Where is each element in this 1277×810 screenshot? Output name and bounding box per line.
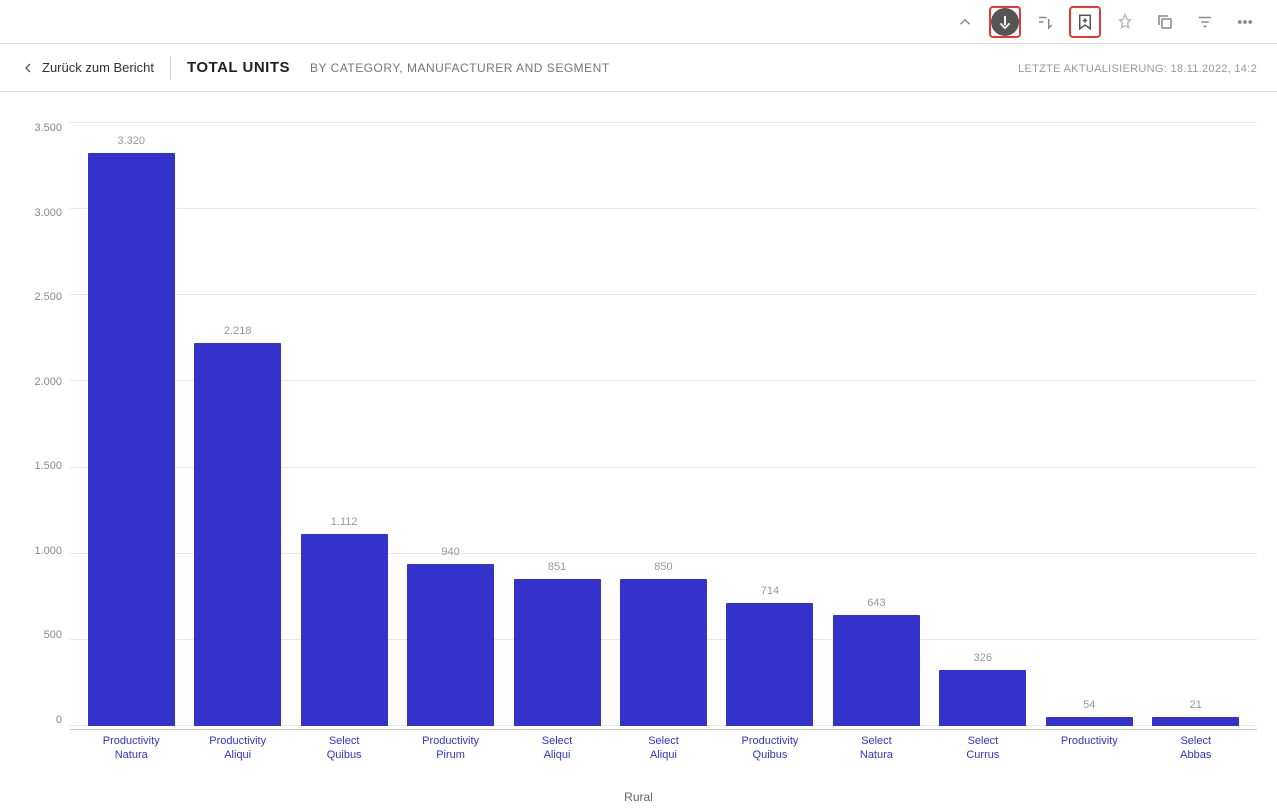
sort-desc-icon[interactable] [1029,6,1061,38]
x-label-line2: Currus [966,748,999,762]
header-divider [170,56,171,80]
bar: 21 [1152,717,1239,726]
x-label-line2: Natura [115,748,148,762]
bar-value-label: 850 [654,561,672,573]
x-label-line1: Select [542,734,573,748]
bar-group[interactable]: 1.112 [293,122,395,726]
y-axis-label: 0 [20,714,70,726]
y-axis-label: 1.000 [20,545,70,557]
y-axis-label: 1.500 [20,460,70,472]
y-axis-label: 2.000 [20,376,70,388]
bar: 2.218 [194,343,281,726]
x-label-group: SelectCurrus [932,730,1034,786]
x-label-line2: Aliqui [650,748,677,762]
download-icon-wrapper[interactable] [989,6,1021,38]
bar-value-label: 1.112 [331,516,358,528]
last-update-text: LETZTE AKTUALISIERUNG: 18.11.2022, 14:2 [1018,63,1257,75]
bar-value-label: 2.218 [224,325,252,337]
bar-value-label: 326 [974,652,992,664]
header-bar: Zurück zum Bericht TOTAL UNITS BY CATEGO… [0,44,1277,92]
more-icon[interactable] [1229,6,1261,38]
x-label-line1: Select [648,734,679,748]
back-button[interactable]: Zurück zum Bericht [20,60,154,76]
y-axis-label: 3.000 [20,207,70,219]
chart-title: TOTAL UNITS [187,59,290,76]
bar: 850 [620,579,707,726]
x-label-group: SelectNatura [825,730,927,786]
toolbar [0,0,1277,44]
y-axis-label: 3.500 [20,122,70,134]
bar-value-label: 54 [1083,699,1095,711]
last-update: LETZTE AKTUALISIERUNG: 18.11.2022, 14:2 [1018,59,1257,77]
x-label-line2: Abbas [1180,748,1211,762]
x-label-group: SelectQuibus [293,730,395,786]
chart-subtitle: BY CATEGORY, MANUFACTURER AND SEGMENT [310,61,610,75]
bar-group[interactable]: 850 [612,122,714,726]
x-label-line1: Productivity [422,734,479,748]
header-left: Zurück zum Bericht TOTAL UNITS BY CATEGO… [20,56,610,80]
x-label-line1: Productivity [742,734,799,748]
x-label-group: SelectAliqui [612,730,714,786]
x-label-line2: Quibus [327,748,362,762]
x-label-group: SelectAliqui [506,730,608,786]
rural-label: Rural [20,786,1257,810]
bar-group[interactable]: 643 [825,122,927,726]
x-label-line1: Select [329,734,360,748]
x-label-line2: Quibus [753,748,788,762]
x-label-line2: Aliqui [544,748,571,762]
chart-inner: 3.500 3.000 2.500 2.000 1.500 1.000 500 0 3.320… [20,102,1257,786]
x-label-line1: Productivity [103,734,160,748]
bar-value-label: 714 [761,585,779,597]
filter-icon[interactable] [1189,6,1221,38]
x-label-group: SelectAbbas [1145,730,1247,786]
bar-group[interactable]: 851 [506,122,608,726]
bar: 940 [407,564,494,726]
bar-group[interactable]: 21 [1145,122,1247,726]
bar: 1.112 [301,534,388,726]
bars-area: 3.3202.2181.1129408518507146433265421 Pr… [70,102,1257,786]
x-label-line1: Select [861,734,892,748]
bar-group[interactable]: 2.218 [186,122,288,726]
x-labels: ProductivityNaturaProductivityAliquiSele… [70,730,1257,786]
chart-container: 3.500 3.000 2.500 2.000 1.500 1.000 500 0 3.320… [20,102,1257,810]
y-axis: 3.500 3.000 2.500 2.000 1.500 1.000 500 0 [20,102,70,786]
bar-value-label: 3.320 [117,135,145,147]
x-label-line1: Select [968,734,999,748]
x-label-line1: Productivity [1061,734,1118,748]
bar: 714 [726,603,813,726]
bar-value-label: 643 [867,597,885,609]
bar-group[interactable]: 54 [1038,122,1140,726]
x-label-line2: Natura [860,748,893,762]
pin-icon[interactable] [1109,6,1141,38]
x-label-group: ProductivityQuibus [719,730,821,786]
bar: 54 [1046,717,1133,726]
x-label-line2: Aliqui [224,748,251,762]
bar: 326 [939,670,1026,726]
x-label-line1: Select [1180,734,1211,748]
x-label-group: Productivity [1038,730,1140,786]
x-label-group: ProductivityPirum [399,730,501,786]
arrow-up-icon[interactable] [949,6,981,38]
bars-row: 3.3202.2181.1129408518507146433265421 [70,122,1257,726]
chart-area: 3.500 3.000 2.500 2.000 1.500 1.000 500 0 3.320… [0,92,1277,810]
x-label-line2: Pirum [436,748,465,762]
bar-value-label: 21 [1190,699,1202,711]
bar: 851 [514,579,601,726]
bar: 3.320 [88,153,175,726]
bar-value-label: 940 [441,546,459,558]
y-axis-label: 2.500 [20,291,70,303]
copy-icon[interactable] [1149,6,1181,38]
bookmark-icon[interactable] [1069,6,1101,38]
bar-group[interactable]: 714 [719,122,821,726]
bar-value-label: 851 [548,561,566,573]
bar-group[interactable]: 940 [399,122,501,726]
bar-group[interactable]: 326 [932,122,1034,726]
bar: 643 [833,615,920,726]
bar-group[interactable]: 3.320 [80,122,182,726]
x-label-group: ProductivityAliqui [186,730,288,786]
x-label-group: ProductivityNatura [80,730,182,786]
x-label-line1: Productivity [209,734,266,748]
y-axis-label: 500 [20,629,70,641]
back-label: Zurück zum Bericht [42,60,154,75]
